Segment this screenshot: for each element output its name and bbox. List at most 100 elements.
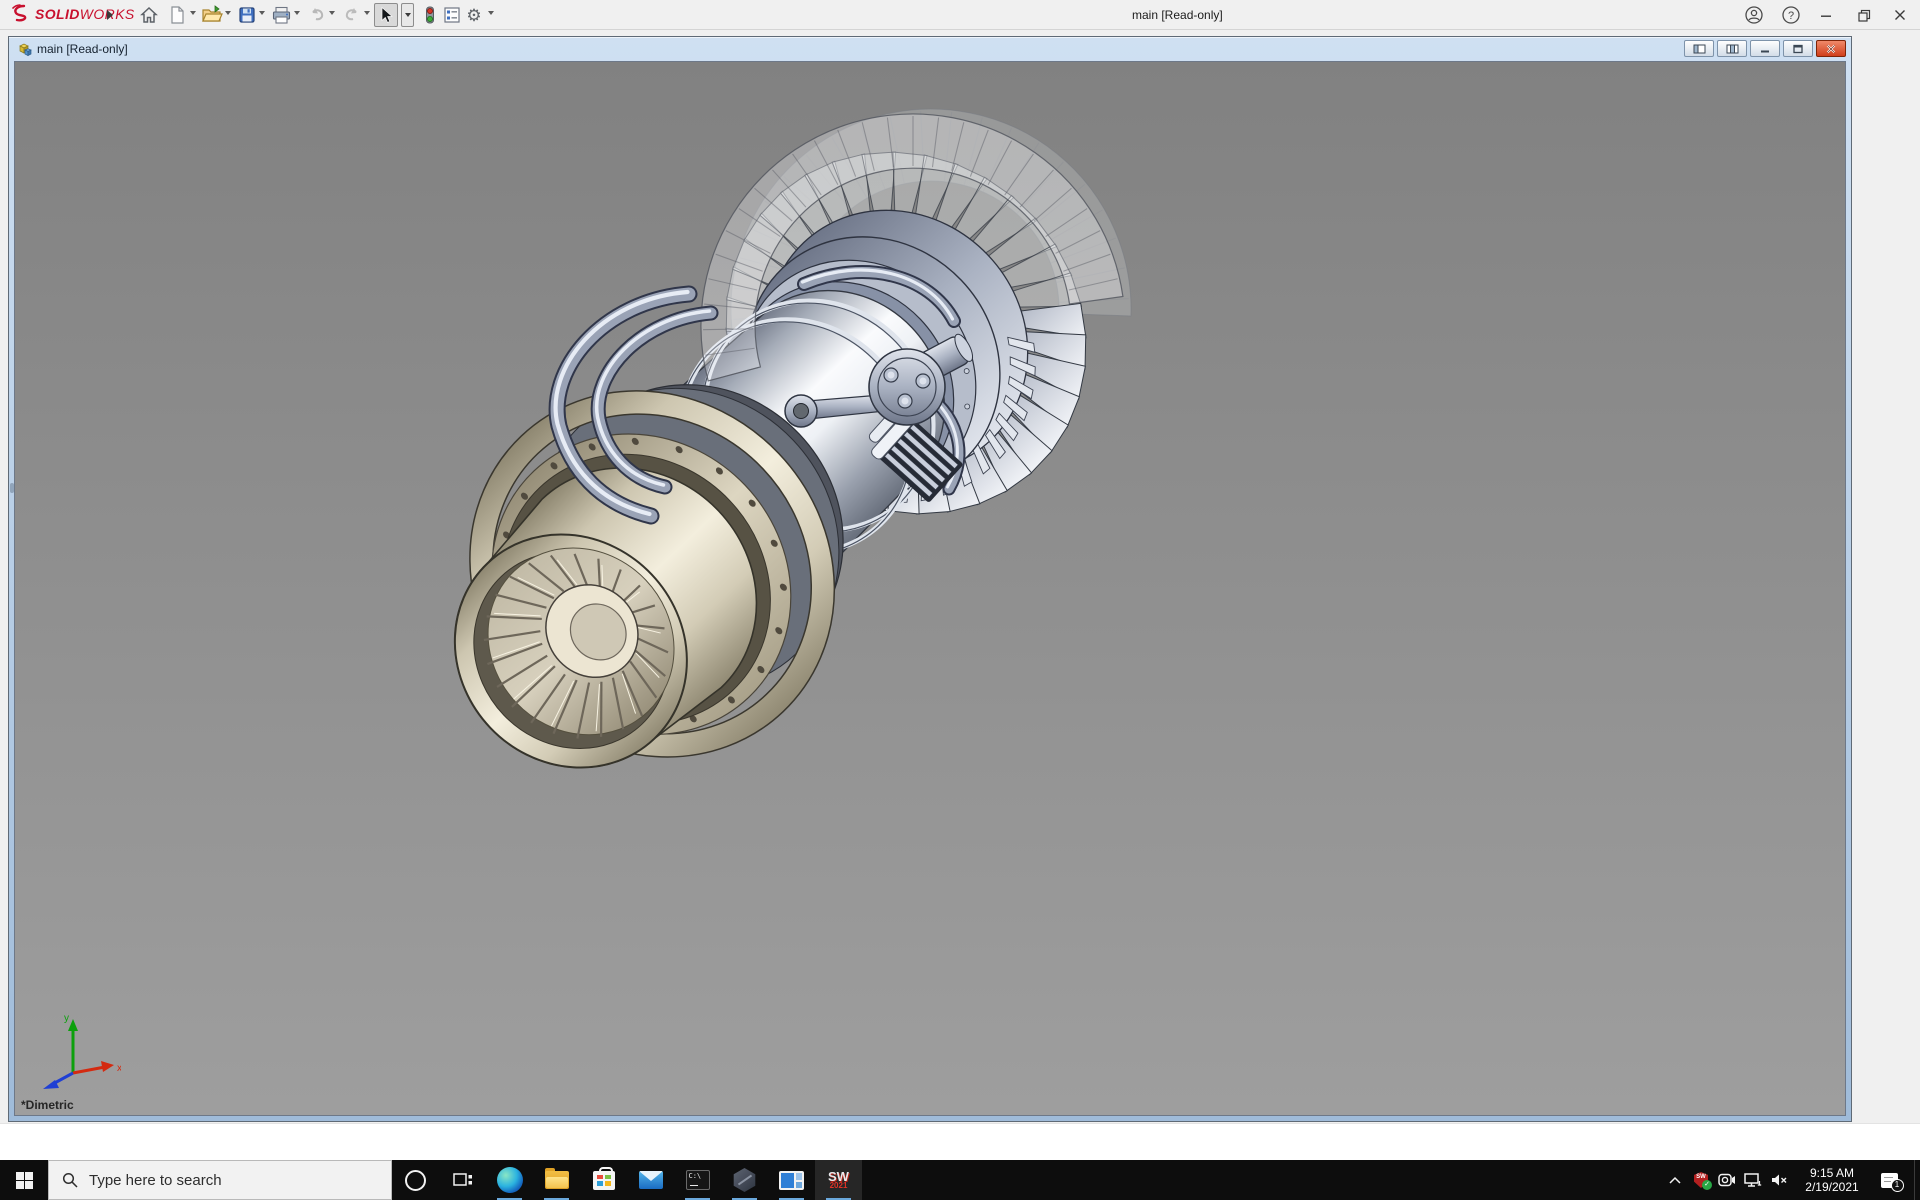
command-prompt-icon: C:\: [686, 1170, 710, 1190]
task-view-icon: [453, 1171, 473, 1189]
doc-restore-icon: [1792, 44, 1804, 54]
taskbar-window-app[interactable]: [768, 1160, 815, 1200]
doc-restore-button[interactable]: [1783, 40, 1813, 57]
options-gear-icon: ⚙: [466, 7, 481, 24]
tray-meet-now[interactable]: [1714, 1160, 1740, 1200]
triad-y-label: y: [64, 1013, 69, 1024]
select-tool-button[interactable]: [374, 3, 398, 27]
document-window-controls: [1681, 40, 1846, 57]
system-tray: SW✓ 9:15 AM 2/19/2: [1662, 1160, 1920, 1200]
tray-clock[interactable]: 9:15 AM 2/19/2021: [1801, 1166, 1863, 1194]
taskbar-edge[interactable]: [486, 1160, 533, 1200]
doc-close-button[interactable]: [1816, 40, 1846, 57]
select-tool-dropdown[interactable]: [401, 3, 414, 27]
solidworks-shield-icon: SW✓: [1694, 1172, 1708, 1188]
search-icon: [62, 1172, 78, 1188]
toolbar-expand-icon[interactable]: [104, 7, 116, 23]
split-pane-right-icon: [1726, 44, 1739, 54]
account-icon: [1744, 5, 1764, 25]
options-button[interactable]: ⚙: [462, 3, 486, 27]
tray-chevron-up[interactable]: [1662, 1160, 1688, 1200]
home-icon: [139, 5, 159, 25]
taskbar-solidworks[interactable]: SW 2021: [815, 1160, 862, 1200]
taskbar-mail[interactable]: [627, 1160, 674, 1200]
assembly-document-icon: [16, 41, 32, 57]
featuremanager-splitter-handle[interactable]: [10, 483, 14, 493]
help-button[interactable]: ?: [1779, 3, 1803, 27]
mail-icon: [639, 1171, 663, 1189]
window-app-icon: [779, 1171, 804, 1190]
split-pane-left-button[interactable]: [1684, 40, 1714, 57]
open-dropdown[interactable]: [223, 11, 233, 19]
network-icon: [1744, 1172, 1762, 1188]
new-document-icon: [167, 5, 187, 25]
taskbar-cortana[interactable]: [392, 1160, 439, 1200]
status-bar: [0, 1123, 1920, 1160]
print-dropdown[interactable]: [292, 11, 302, 19]
edge-icon: [497, 1167, 523, 1193]
options-dropdown[interactable]: [486, 11, 496, 19]
select-cursor-icon: [377, 6, 395, 24]
graphics-viewport[interactable]: x y *Dimetric: [14, 61, 1846, 1116]
minimize-button[interactable]: [1812, 3, 1840, 27]
taskbar-store[interactable]: [580, 1160, 627, 1200]
hexagon-app-icon: [733, 1168, 757, 1192]
open-button[interactable]: [200, 3, 224, 27]
close-icon: [1893, 8, 1907, 22]
print-button[interactable]: [269, 3, 293, 27]
account-button[interactable]: [1742, 3, 1766, 27]
open-folder-icon: [201, 5, 223, 25]
print-icon: [271, 5, 292, 25]
window-title: main [Read-only]: [1132, 8, 1223, 22]
taskbar-task-view[interactable]: [439, 1160, 486, 1200]
new-document-button[interactable]: [165, 3, 189, 27]
taskbar-file-explorer[interactable]: [533, 1160, 580, 1200]
redo-dropdown[interactable]: [362, 11, 372, 19]
solidworks-logo-mark: [10, 4, 32, 24]
taskbar-hexagon-app[interactable]: [721, 1160, 768, 1200]
rebuild-button[interactable]: [418, 3, 442, 27]
redo-button[interactable]: [340, 3, 364, 27]
restore-button[interactable]: [1850, 3, 1878, 27]
file-properties-icon: [442, 5, 462, 25]
doc-close-icon: [1825, 44, 1837, 54]
action-center-icon: 1: [1881, 1173, 1898, 1188]
home-button[interactable]: [137, 3, 161, 27]
start-button[interactable]: [0, 1160, 48, 1200]
windows-taskbar: C:\ SW 2021 SW✓: [0, 1160, 1920, 1200]
tray-network[interactable]: [1740, 1160, 1766, 1200]
new-document-dropdown[interactable]: [188, 11, 198, 19]
undo-button[interactable]: [305, 3, 329, 27]
windows-logo-icon: [16, 1172, 33, 1189]
rebuild-traffic-light-icon: [421, 5, 439, 25]
save-dropdown[interactable]: [257, 11, 267, 19]
file-explorer-icon: [545, 1171, 569, 1189]
action-center-button[interactable]: 1: [1872, 1160, 1906, 1200]
tray-time: 9:15 AM: [1801, 1166, 1863, 1180]
document-titlebar[interactable]: main [Read-only]: [9, 37, 1851, 61]
redo-icon: [342, 5, 362, 25]
orientation-triad: x y: [31, 1009, 121, 1089]
file-properties-button[interactable]: [440, 3, 464, 27]
close-button[interactable]: [1886, 3, 1914, 27]
save-button[interactable]: [235, 3, 259, 27]
help-icon: ?: [1781, 5, 1801, 25]
split-pane-right-button[interactable]: [1717, 40, 1747, 57]
taskbar-command-prompt[interactable]: C:\: [674, 1160, 721, 1200]
microsoft-store-icon: [593, 1171, 615, 1190]
tray-date: 2/19/2021: [1801, 1180, 1863, 1194]
tray-solidworks-rx[interactable]: SW✓: [1688, 1160, 1714, 1200]
solidworks-2021-icon: SW 2021: [828, 1170, 849, 1190]
doc-minimize-icon: [1759, 44, 1771, 54]
app-titlebar: SOLIDWORKS: [0, 0, 1920, 30]
chevron-up-icon: [1669, 1176, 1681, 1184]
brand-text: SOLIDWORKS: [35, 6, 135, 22]
document-title: main [Read-only]: [37, 42, 128, 56]
show-desktop-button[interactable]: [1914, 1160, 1920, 1200]
undo-dropdown[interactable]: [327, 11, 337, 19]
doc-minimize-button[interactable]: [1750, 40, 1780, 57]
tray-volume[interactable]: [1766, 1160, 1792, 1200]
search-input[interactable]: [89, 1172, 349, 1189]
taskbar-search[interactable]: [48, 1160, 392, 1200]
save-icon: [237, 5, 257, 25]
